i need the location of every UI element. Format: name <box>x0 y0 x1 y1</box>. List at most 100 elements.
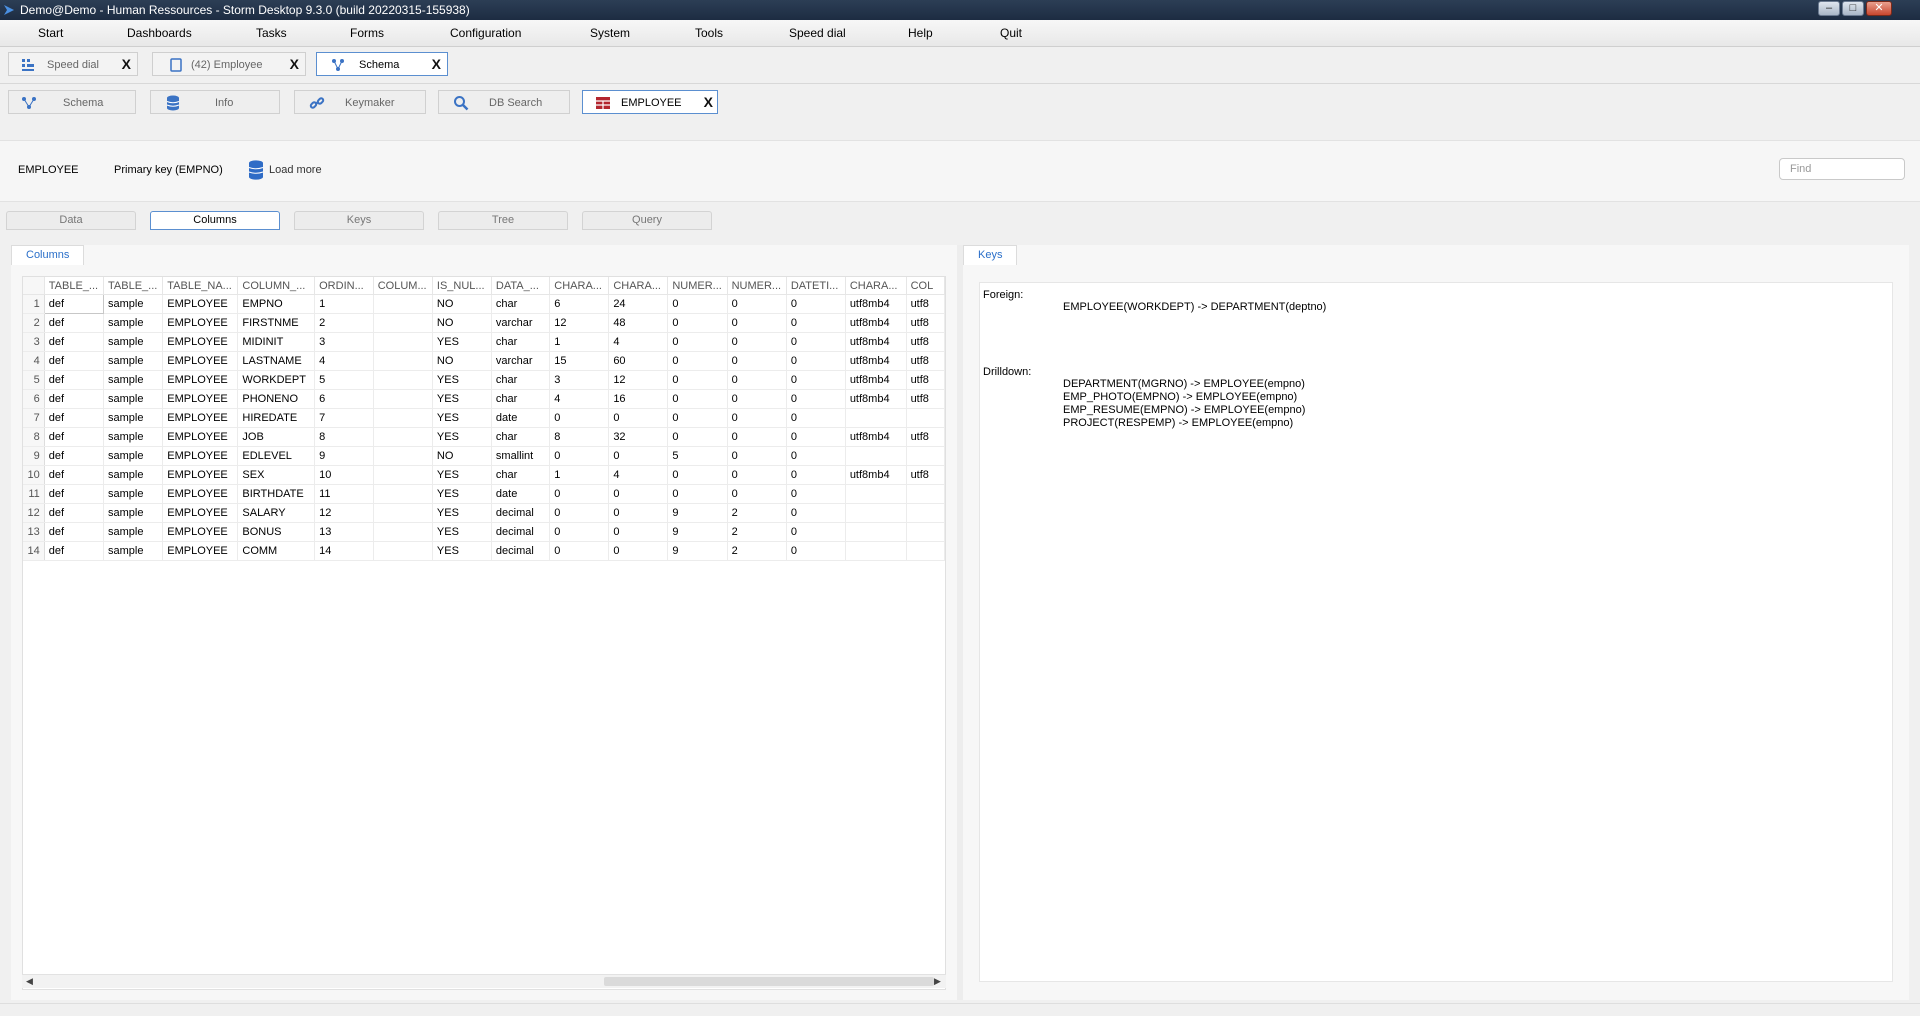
table-cell[interactable]: WORKDEPT <box>237 370 316 390</box>
table-cell[interactable]: utf8 <box>906 370 945 390</box>
table-cell[interactable]: utf8 <box>906 427 945 447</box>
table-cell[interactable] <box>373 389 433 409</box>
table-cell[interactable]: 0 <box>786 427 846 447</box>
close-tab-icon[interactable]: X <box>432 56 441 72</box>
table-cell[interactable]: sample <box>103 427 164 447</box>
table-cell[interactable] <box>373 484 433 504</box>
table-cell[interactable]: 48 <box>608 313 669 333</box>
table-cell[interactable]: utf8 <box>906 465 945 485</box>
menu-system[interactable]: System <box>590 26 630 40</box>
column-header[interactable]: COLUMN_... <box>237 277 316 295</box>
table-cell[interactable]: 6 <box>314 389 374 409</box>
table-cell[interactable]: smallint <box>491 446 551 466</box>
table-row[interactable]: 5 def sample EMPLOYEE WORKDEPT 5 YES char 3 12 0 0 0… <box>23 370 945 390</box>
table-cell[interactable] <box>373 503 433 523</box>
table-cell[interactable]: 0 <box>667 408 728 428</box>
column-header[interactable]: COLUM... <box>373 277 433 295</box>
table-row[interactable]: 8 def sample EMPLOYEE JOB 8 YES char 8 32 0 0 0 utf8m… <box>23 427 945 447</box>
table-cell[interactable]: 0 <box>786 541 846 561</box>
table-cell[interactable]: YES <box>432 408 492 428</box>
table-cell[interactable]: varchar <box>491 313 551 333</box>
table-row[interactable]: 14 def sample EMPLOYEE COMM 14 YES decimal 0 0 9 2 0 <box>23 541 945 561</box>
table-cell[interactable]: def <box>44 503 105 523</box>
table-cell[interactable]: 0 <box>667 332 728 352</box>
table-cell[interactable] <box>845 522 907 542</box>
table-cell[interactable] <box>373 541 433 561</box>
close-tab-icon[interactable]: X <box>290 56 299 72</box>
table-cell[interactable] <box>906 522 945 542</box>
table-cell[interactable] <box>373 351 433 371</box>
table-cell[interactable]: SALARY <box>237 503 316 523</box>
table-cell[interactable]: def <box>44 446 105 466</box>
column-header[interactable]: DATA_... <box>491 277 551 295</box>
table-cell[interactable]: 2 <box>727 503 787 523</box>
table-cell[interactable]: char <box>491 465 551 485</box>
table-cell[interactable]: utf8mb4 <box>845 351 907 371</box>
horizontal-scrollbar[interactable]: ◀ ▶ <box>22 974 946 988</box>
table-cell[interactable]: 13 <box>314 522 374 542</box>
table-cell[interactable]: utf8mb4 <box>845 332 907 352</box>
table-cell[interactable]: utf8mb4 <box>845 465 907 485</box>
table-cell[interactable]: 11 <box>314 484 374 504</box>
table-cell[interactable]: sample <box>103 522 164 542</box>
tab-tree[interactable]: Tree <box>438 211 568 230</box>
table-cell[interactable]: sample <box>103 370 164 390</box>
column-header[interactable]: CHARA... <box>845 277 907 295</box>
table-cell[interactable]: varchar <box>491 351 551 371</box>
table-cell[interactable]: 0 <box>727 465 787 485</box>
table-cell[interactable]: def <box>44 370 105 390</box>
table-cell[interactable]: char <box>491 332 551 352</box>
table-cell[interactable]: utf8mb4 <box>845 294 907 314</box>
table-row[interactable]: 9 def sample EMPLOYEE EDLEVEL 9 NO smallint 0 0 5 0… <box>23 446 945 466</box>
table-cell[interactable]: def <box>44 389 105 409</box>
table-cell[interactable]: 15 <box>549 351 610 371</box>
table-cell[interactable] <box>845 484 907 504</box>
table-cell[interactable]: EMPLOYEE <box>162 370 239 390</box>
table-cell[interactable]: char <box>491 389 551 409</box>
menu-help[interactable]: Help <box>908 26 933 40</box>
table-cell[interactable]: 0 <box>727 427 787 447</box>
column-header[interactable]: TABLE_NA... <box>162 277 239 295</box>
table-cell[interactable]: 0 <box>727 446 787 466</box>
subtab-keymaker[interactable]: Keymaker <box>294 90 426 114</box>
table-cell[interactable]: sample <box>103 465 164 485</box>
table-cell[interactable]: MIDINIT <box>237 332 316 352</box>
table-cell[interactable]: sample <box>103 484 164 504</box>
table-cell[interactable]: 0 <box>786 465 846 485</box>
table-cell[interactable]: EMPLOYEE <box>162 446 239 466</box>
table-cell[interactable]: 0 <box>549 446 610 466</box>
table-cell[interactable]: NO <box>432 446 492 466</box>
table-cell[interactable]: decimal <box>491 503 551 523</box>
table-row[interactable]: 2 def sample EMPLOYEE FIRSTNME 2 NO varchar 12 48… <box>23 313 945 333</box>
table-cell[interactable]: 5 <box>667 446 728 466</box>
table-cell[interactable]: 9 <box>667 541 728 561</box>
table-cell[interactable]: 2 <box>727 522 787 542</box>
table-cell[interactable]: YES <box>432 522 492 542</box>
column-header[interactable]: CHARA... <box>608 277 669 295</box>
table-cell[interactable]: YES <box>432 541 492 561</box>
table-cell[interactable]: 0 <box>786 313 846 333</box>
table-cell[interactable]: 0 <box>549 522 610 542</box>
tab-query[interactable]: Query <box>582 211 712 230</box>
close-tab-icon[interactable]: X <box>704 94 713 110</box>
table-cell[interactable]: 12 <box>549 313 610 333</box>
table-cell[interactable]: 0 <box>549 408 610 428</box>
doc-tab-speed-dial[interactable]: Speed dial X <box>8 52 138 76</box>
table-cell[interactable]: EMPLOYEE <box>162 522 239 542</box>
table-cell[interactable] <box>373 294 433 314</box>
table-cell[interactable] <box>373 408 433 428</box>
table-cell[interactable]: EMPLOYEE <box>162 332 239 352</box>
subtab-employee[interactable]: EMPLOYEE X <box>582 90 718 114</box>
table-cell[interactable]: 0 <box>786 522 846 542</box>
table-cell[interactable]: sample <box>103 446 164 466</box>
tab-columns[interactable]: Columns <box>150 211 280 230</box>
table-cell[interactable]: decimal <box>491 541 551 561</box>
column-header[interactable]: TABLE_... <box>44 277 105 295</box>
table-cell[interactable]: 0 <box>727 294 787 314</box>
table-cell[interactable]: PHONENO <box>237 389 316 409</box>
close-window-button[interactable]: ✕ <box>1866 1 1892 16</box>
table-cell[interactable]: EMPLOYEE <box>162 484 239 504</box>
table-cell[interactable] <box>845 541 907 561</box>
table-cell[interactable] <box>373 465 433 485</box>
table-cell[interactable]: 32 <box>608 427 669 447</box>
